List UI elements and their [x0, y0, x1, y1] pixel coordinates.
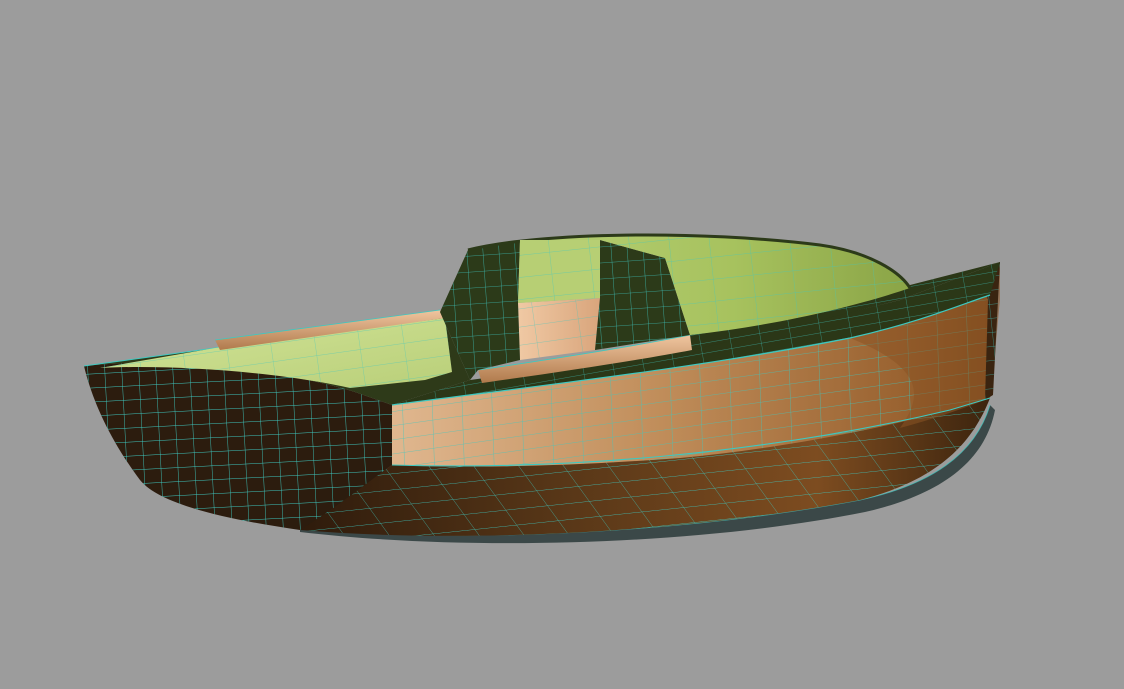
- 3d-viewport[interactable]: [0, 0, 1124, 689]
- 3d-scene[interactable]: [0, 0, 1124, 689]
- cabin-interior-wall: [518, 298, 600, 360]
- cabin-top-aft: [518, 240, 600, 303]
